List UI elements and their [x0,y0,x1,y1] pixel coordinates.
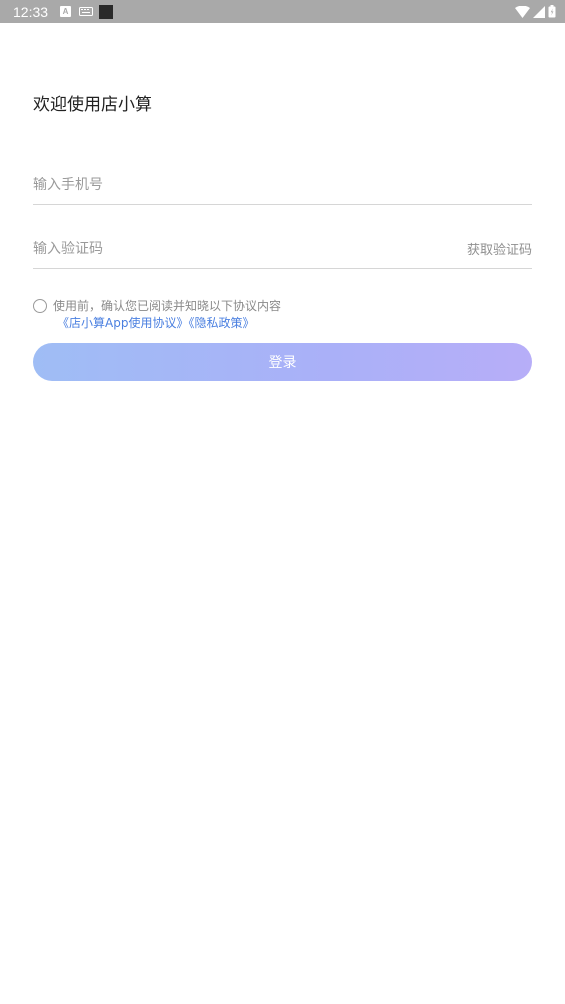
phone-field [33,165,532,205]
signal-icon [533,5,545,18]
app-notification-icon: A [60,6,72,17]
agreement-row: 使用前，确认您已阅读并知晓以下协议内容 [33,298,532,315]
agreement-checkbox[interactable] [33,299,47,313]
wifi-icon [515,5,530,18]
battery-icon [548,5,556,18]
user-agreement-link[interactable]: 《店小算App使用协议》 [57,316,188,330]
agreement-text: 使用前，确认您已阅读并知晓以下协议内容 [53,299,282,313]
get-code-button[interactable]: 获取验证码 [467,239,532,258]
agreement-section: 使用前，确认您已阅读并知晓以下协议内容 《店小算App使用协议》《隐私政策》 [33,298,532,332]
media-icon [99,4,114,19]
privacy-policy-link[interactable]: 《隐私政策》 [188,316,254,330]
phone-input[interactable] [33,176,532,193]
keyboard-icon [79,7,94,16]
page-title: 欢迎使用店小算 [33,95,152,115]
status-icons [515,5,556,18]
verification-code-input[interactable] [33,240,467,257]
code-field: 获取验证码 [33,229,532,269]
login-screen: 12:33 A 欢迎使用店小算 输入手机号 输入验证码 获取验证码 使用前，确认… [0,0,565,1004]
status-bar: 12:33 A [0,0,565,23]
agreement-links: 《店小算App使用协议》《隐私政策》 [33,315,532,332]
login-button[interactable]: 登录 [33,343,532,381]
status-time: 12:33 [13,3,49,20]
